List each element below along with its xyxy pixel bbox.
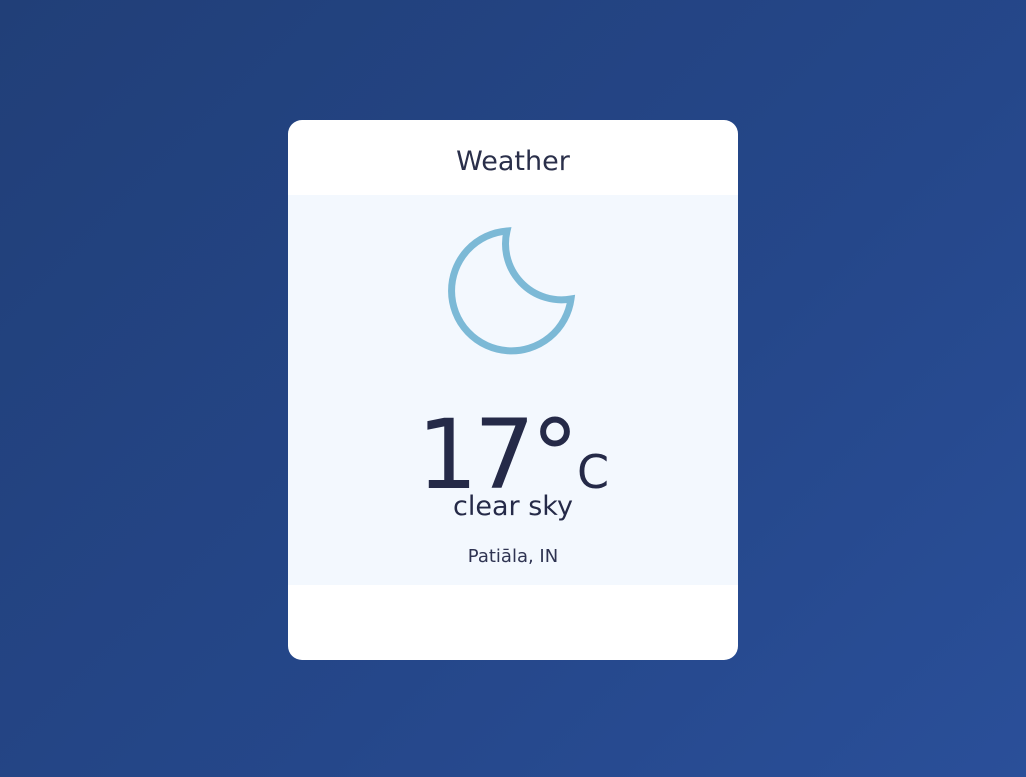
location-label: Patiāla, IN	[467, 546, 559, 567]
temperature-display: 17°C	[288, 405, 738, 505]
weather-card: Weather 17°C clear sky Patiāla, IN	[288, 120, 738, 660]
weather-condition: clear sky	[453, 491, 573, 522]
moon-icon	[448, 227, 576, 355]
weather-panel: 17°C clear sky Patiāla, IN	[288, 195, 738, 585]
card-title: Weather	[456, 146, 570, 177]
